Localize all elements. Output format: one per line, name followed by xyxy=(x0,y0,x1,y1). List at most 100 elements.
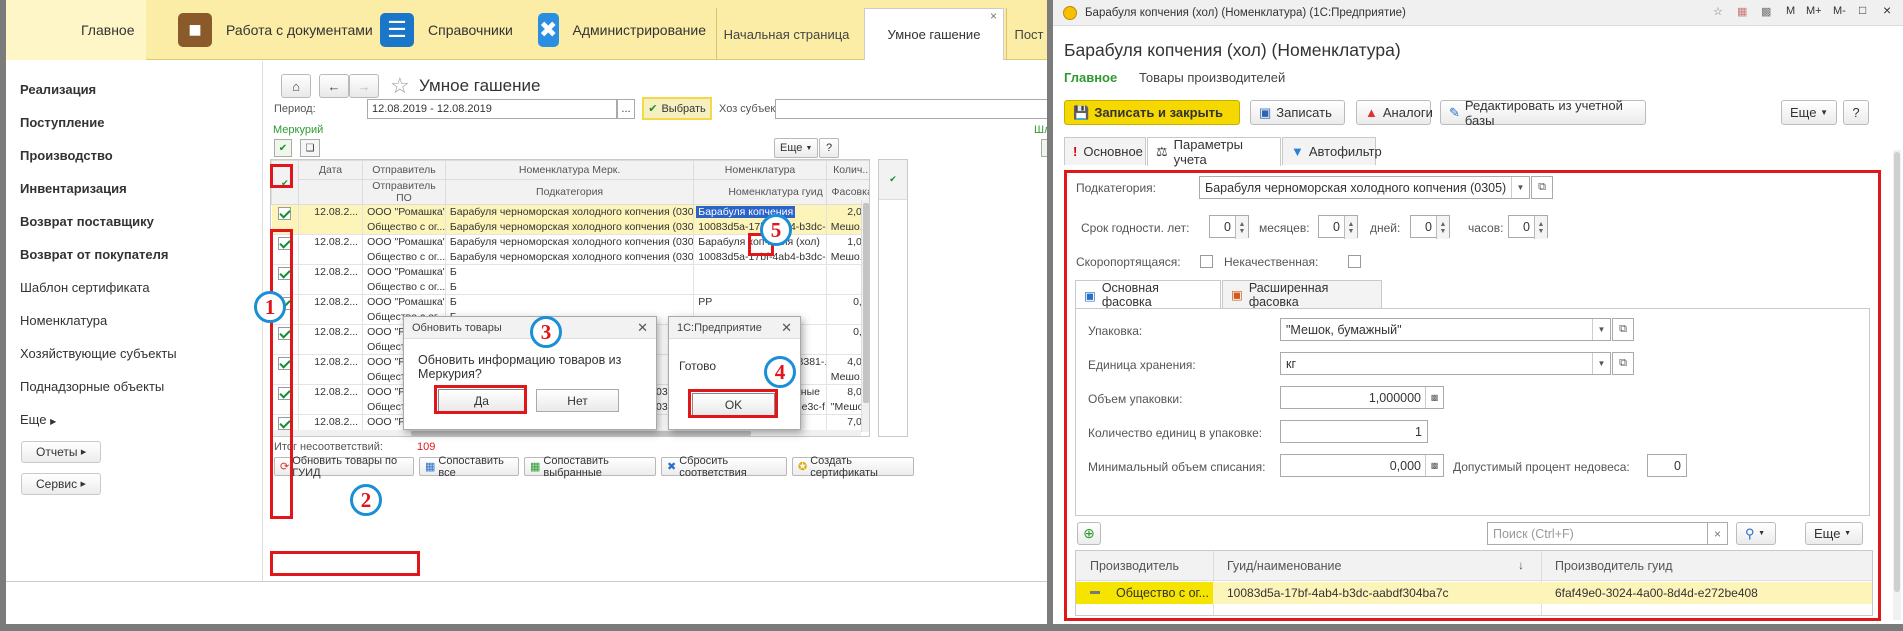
col-sender-po[interactable]: Отправитель ПО xyxy=(362,179,446,205)
col-producer[interactable]: Производитель xyxy=(1090,559,1179,573)
sidebar-item-business-entities[interactable]: Хозяйствующие субъекты xyxy=(20,346,177,361)
nav-producers[interactable]: Товары производителей xyxy=(1139,70,1285,85)
cell-date[interactable]: 12.08.2... xyxy=(298,234,364,250)
col-producer-guid[interactable]: Производитель гуид xyxy=(1555,559,1673,573)
sidebar-item-nomenclature[interactable]: Номенклатура xyxy=(20,313,107,328)
scroll-thumb[interactable] xyxy=(863,203,869,403)
col-nom-merc[interactable]: Номенклатура Мерк. xyxy=(444,160,695,180)
edit-from-base-button[interactable]: ✎ Редактировать из учетной базы xyxy=(1440,98,1646,128)
scroll-thumb[interactable] xyxy=(1894,152,1900,592)
calculator-icon[interactable]: ▩ xyxy=(1425,387,1443,408)
forward-button[interactable]: → xyxy=(349,74,379,98)
help-button[interactable]: ? xyxy=(1843,100,1869,125)
update-by-guid-button[interactable]: ⟳ Обновить товары по ГУИД xyxy=(274,455,414,479)
tab-start-page[interactable]: Начальная страница xyxy=(716,8,856,60)
period-input[interactable]: 12.08.2019 - 12.08.2019 xyxy=(367,99,617,119)
check-all-button-2[interactable]: ✔ xyxy=(1041,139,1047,157)
reports-button[interactable]: Отчеты ▶ xyxy=(21,441,101,463)
unit-field[interactable]: кг ▼ xyxy=(1280,352,1611,375)
search-button[interactable]: ⚲ ▼ xyxy=(1736,522,1776,545)
subject-input[interactable] xyxy=(775,99,1047,119)
volume-field[interactable]: 1,000000 ▩ xyxy=(1280,386,1444,409)
h-scroll-thumb[interactable] xyxy=(411,431,751,436)
table-row-sub[interactable]: Общество с ог...Б xyxy=(271,279,869,295)
match-selected-button[interactable]: ▦ Сопоставить выбранные xyxy=(524,455,656,479)
search-clear-icon[interactable]: × xyxy=(1708,522,1728,545)
cell-nom[interactable]: Барабуля копчения xyxy=(693,204,827,220)
shelf-years-field[interactable]: 0 ▲ ▼ xyxy=(1209,215,1249,239)
cell-sender[interactable]: ООО "Ромашка" xyxy=(362,294,446,310)
open-icon[interactable]: ⧉ xyxy=(1612,318,1634,341)
save-close-button[interactable]: 💾 Записать и закрыть xyxy=(1064,100,1240,125)
sidebar-item-supervised-objects[interactable]: Поднадзорные объекты xyxy=(20,379,164,394)
cell-nom-merc[interactable]: Барабуля черноморская холодного копчения… xyxy=(445,234,695,250)
sidebar-item-sales[interactable]: Реализация xyxy=(20,82,96,97)
cell-date[interactable]: 12.08.2... xyxy=(298,384,364,400)
cell-subcat[interactable]: Б xyxy=(445,279,695,295)
tab-smart-redemption[interactable]: Умное гашение × xyxy=(864,8,1004,60)
grid-h-scrollbar[interactable] xyxy=(271,430,861,436)
maximize-button[interactable]: □ xyxy=(1859,3,1866,17)
days-field[interactable]: 0 ▲ ▼ xyxy=(1410,215,1450,239)
cell-sender-po[interactable]: Общество с ог... xyxy=(362,279,446,295)
cell-date[interactable]: 12.08.2... xyxy=(298,294,364,310)
cell-subcat[interactable]: Барабуля черноморская холодного копчения… xyxy=(445,219,695,235)
row-checkbox[interactable] xyxy=(278,207,292,220)
months-field[interactable]: 0 ▲ ▼ xyxy=(1318,215,1358,239)
create-certs-button[interactable]: ✪ Создать сертификаты xyxy=(792,455,914,479)
memory-plus-button[interactable]: M+ xyxy=(1806,5,1822,17)
spinner-icon[interactable]: ▲ ▼ xyxy=(1344,216,1357,239)
hours-field[interactable]: 0 ▲ ▼ xyxy=(1508,215,1548,239)
sort-arrow-icon[interactable]: ↓ xyxy=(1518,558,1524,572)
table-row[interactable]: 12.08.2...ООО "Ромашка"БPP0,000С xyxy=(271,294,869,325)
nav-main[interactable]: Главное xyxy=(1064,70,1117,85)
col-guid-name[interactable]: Гуид/наименование xyxy=(1227,559,1341,573)
section-documents[interactable]: ■ Работа с документами xyxy=(166,0,386,60)
calculator-icon[interactable]: ▩ xyxy=(1425,455,1443,476)
spinner-icon[interactable]: ▲ ▼ xyxy=(1235,216,1248,239)
subtab-main-pack[interactable]: ▣ Основная фасовка xyxy=(1075,280,1221,309)
cell-sender[interactable]: ООО "Ромашка" xyxy=(362,264,446,280)
close-button[interactable]: × xyxy=(1883,2,1891,18)
producers-more-button[interactable]: Еще ▼ xyxy=(1805,522,1863,545)
uncheck-all-button[interactable]: ❏ xyxy=(300,139,320,157)
close-icon[interactable]: ✕ xyxy=(781,320,792,336)
more-button[interactable]: Еще ▼ xyxy=(1781,100,1837,125)
cell-nom-merc[interactable]: Б xyxy=(445,294,695,310)
table-row-sub[interactable]: Общество с ог... Барабуля черноморская хо… xyxy=(271,249,869,265)
section-admin[interactable]: ✖ Администрирование xyxy=(526,0,706,60)
section-directories[interactable]: ☰ Справочники xyxy=(368,0,518,60)
back-button[interactable]: ← xyxy=(319,74,349,98)
home-button[interactable]: ⌂ xyxy=(281,74,311,98)
cell-guid[interactable] xyxy=(693,279,827,295)
col-qty[interactable]: Колич... xyxy=(825,160,869,180)
window-scrollbar[interactable] xyxy=(1893,150,1901,620)
percent-field[interactable]: 0 xyxy=(1647,454,1687,477)
match-all-button[interactable]: ▦ Сопоставить все xyxy=(419,455,519,479)
search-input[interactable]: Поиск (Ctrl+F) xyxy=(1487,522,1708,545)
subcategory-field[interactable]: Барабуля черноморская холодного копчения… xyxy=(1199,176,1530,199)
no-button[interactable]: Нет xyxy=(536,389,619,412)
tab-more[interactable]: Пост xyxy=(1006,8,1047,60)
cell-blank[interactable] xyxy=(298,219,364,235)
service-button[interactable]: Сервис ▶ xyxy=(21,473,101,495)
cell-nom-merc[interactable]: Б xyxy=(445,264,695,280)
table-row[interactable]: 12.08.2...ООО "Ромашка"Б100С xyxy=(271,264,869,295)
reset-match-button[interactable]: ✖ Сбросить соответствия xyxy=(661,455,787,479)
calculator-icon[interactable]: ▩ xyxy=(1761,5,1771,18)
check-all-button[interactable]: ✔ xyxy=(274,139,292,157)
subtab-ext-pack[interactable]: ▣ Расширенная фасовка xyxy=(1222,280,1382,309)
cell-date[interactable]: 12.08.2... xyxy=(298,204,364,220)
help-button[interactable]: ? xyxy=(819,138,839,158)
cell-blank[interactable] xyxy=(298,399,364,415)
col-sender[interactable]: Отправитель xyxy=(362,160,446,180)
perishable-checkbox[interactable] xyxy=(1200,255,1213,269)
cell-sender-po[interactable]: Общество с ог... xyxy=(362,249,446,265)
period-picker-button[interactable]: ... xyxy=(617,99,635,119)
cell-sender-po[interactable]: Общество с ог... xyxy=(362,219,446,235)
cell-blank[interactable] xyxy=(298,249,364,265)
sidebar-item-customer-return[interactable]: Возврат от покупателя xyxy=(20,247,168,262)
defective-checkbox[interactable] xyxy=(1348,255,1362,269)
tab-close-icon[interactable]: × xyxy=(990,9,997,23)
col-date[interactable]: Дата xyxy=(297,160,364,180)
